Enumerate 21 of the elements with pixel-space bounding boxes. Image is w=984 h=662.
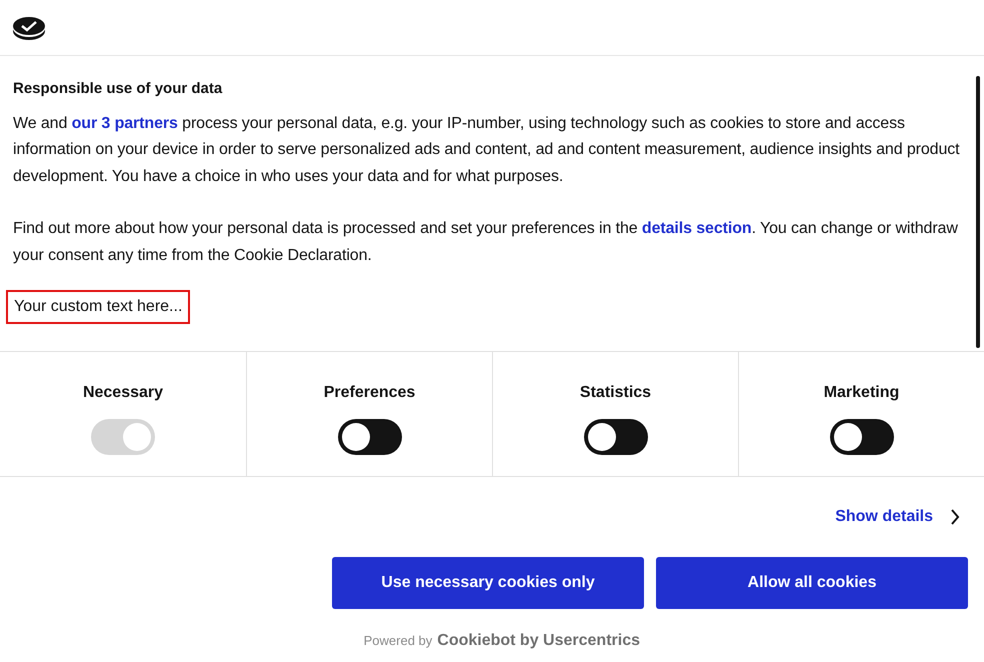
text-link[interactable]: details section	[642, 220, 752, 237]
powered-by-text: Powered by	[364, 632, 432, 650]
brand-link[interactable]: Cookiebot by Usercentrics	[437, 629, 640, 653]
show-details-link[interactable]: Show details	[835, 505, 960, 529]
category-label: Necessary	[82, 383, 164, 403]
toggle-switch[interactable]	[338, 419, 402, 455]
scrollbar-thumb[interactable]	[976, 76, 980, 348]
logo-icon	[12, 14, 46, 40]
toggle-switch[interactable]	[830, 419, 894, 455]
category-label: Statistics	[580, 383, 652, 403]
category-label: Marketing	[824, 383, 900, 403]
toggle-switch[interactable]	[584, 419, 648, 455]
consent-paragraph: Find out more about how your personal data is processed and set your preferences in the details section. You can change or withdraw your consent any time from the Cookie Declaration.	[13, 219, 959, 266]
consent-button[interactable]: Use necessary cookies only	[332, 557, 644, 609]
custom-text: Your custom text here...	[6, 290, 190, 324]
category-label: Preferences	[324, 383, 416, 403]
text-link[interactable]: our 3 partners	[72, 114, 178, 132]
consent-button[interactable]: Allow all cookies	[656, 557, 968, 609]
consent-paragraph: We and our 3 partners process your personal data, e.g. your IP-number, using technology such as cookies to store and access information on your device in order to serve personalized ads and content, ad and content measurement, audience insights and product development. You have a choice in who uses your data and for what purposes.	[13, 114, 960, 186]
chevron-right-icon	[950, 509, 960, 525]
dialog-title: Responsible use of your data	[13, 79, 224, 99]
